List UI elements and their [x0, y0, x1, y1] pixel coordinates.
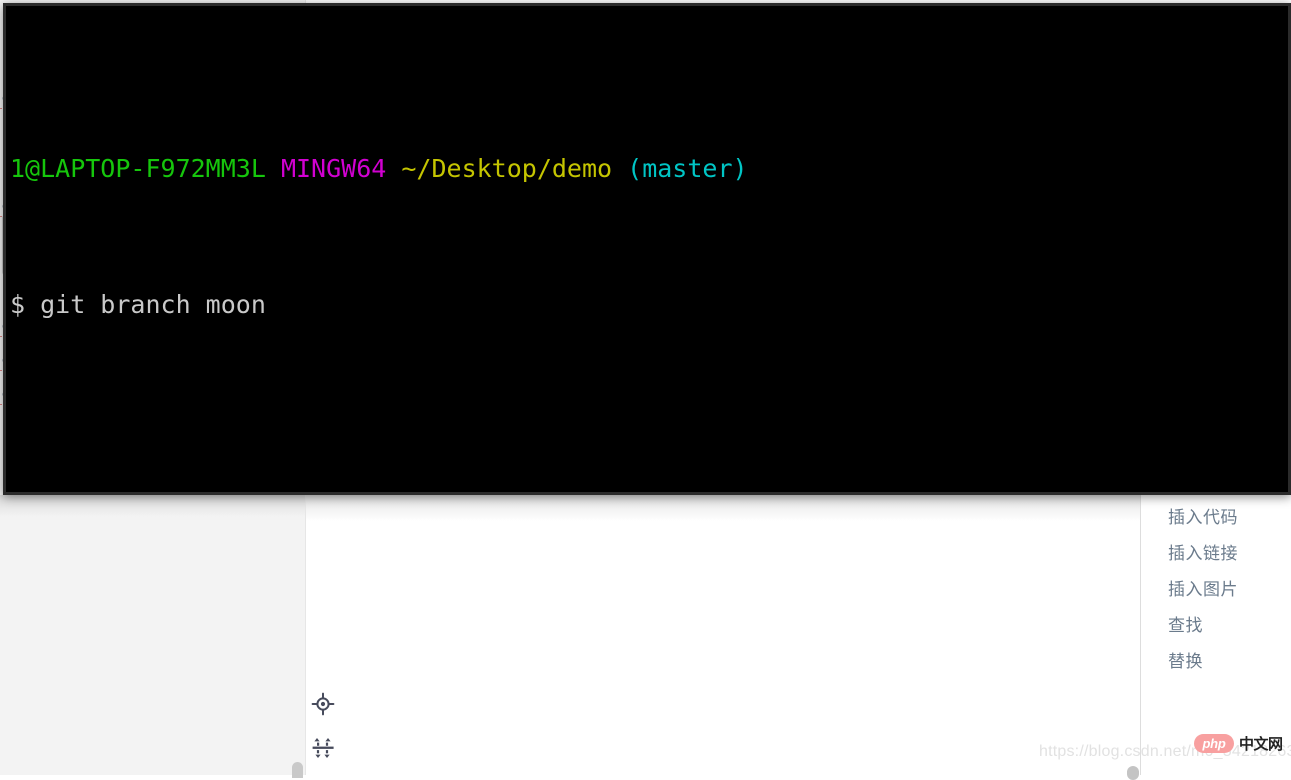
terminal-window[interactable]: 1@LAPTOP-F972MM3L MINGW64 ~/Desktop/demo… — [3, 3, 1291, 495]
terminal-prompt-line: 1@LAPTOP-F972MM3L MINGW64 ~/Desktop/demo… — [10, 152, 1288, 186]
terminal-output[interactable]: 1@LAPTOP-F972MM3L MINGW64 ~/Desktop/demo… — [6, 6, 1288, 492]
prompt-user-host: 1@LAPTOP-F972MM3L — [10, 154, 266, 183]
resize-icon[interactable] — [311, 736, 335, 765]
prompt-path: ~/Desktop/demo — [401, 154, 613, 183]
php-logo: php 中文网 — [1194, 733, 1283, 754]
right-resize-handle[interactable] — [1127, 766, 1139, 780]
sidebar-item-find[interactable]: 查找 — [1168, 611, 1203, 636]
sidebar-item-replace[interactable]: 替换 — [1168, 647, 1203, 672]
left-gutter-shadow — [0, 495, 305, 517]
left-resize-handle[interactable] — [292, 762, 303, 778]
sidebar-item-insert-image[interactable]: 插入图片 — [1168, 575, 1238, 600]
sidebar-item-insert-code[interactable]: 插入代码 — [1168, 503, 1238, 528]
terminal-command-line: $ git branch moon — [10, 290, 266, 319]
sidebar-item-insert-link[interactable]: 插入链接 — [1168, 539, 1238, 564]
target-icon[interactable] — [311, 692, 335, 721]
php-badge: php — [1194, 734, 1234, 753]
editor-top-shadow — [306, 495, 1140, 521]
prompt-shell: MINGW64 — [280, 154, 387, 183]
php-logo-suffix: 中文网 — [1239, 735, 1283, 753]
prompt-branch: (master) — [627, 154, 748, 183]
